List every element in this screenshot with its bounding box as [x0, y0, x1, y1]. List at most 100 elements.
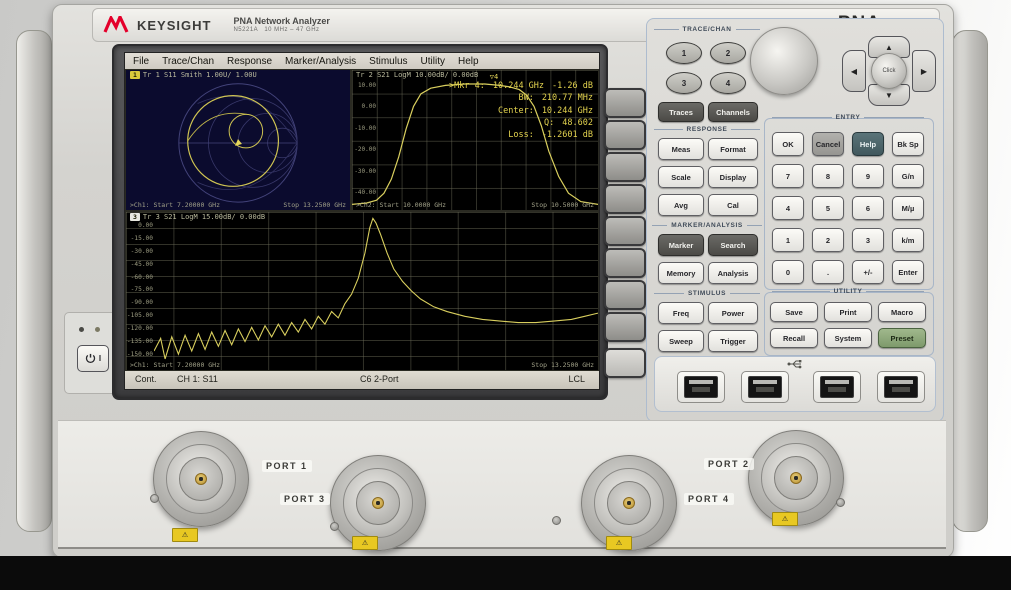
marker-section-label: MARKER/ANALYSIS	[652, 222, 762, 229]
key-decimal[interactable]: .	[812, 260, 844, 284]
avg-button[interactable]: Avg	[658, 194, 704, 216]
save-button[interactable]: Save	[770, 302, 818, 322]
marker-readout: >Mkr 4:10.244 GHz-1.26 dB BW:210.77 MHz …	[423, 80, 593, 142]
nav-cluster: ▲ ▼ ◀ ▶ Click	[838, 22, 938, 118]
screw	[552, 516, 561, 525]
memory-button[interactable]: Memory	[658, 262, 704, 284]
traces-button[interactable]: Traces	[658, 102, 704, 122]
port3-connector[interactable]	[330, 455, 426, 551]
screw	[150, 494, 159, 503]
usb-port-3[interactable]	[813, 371, 861, 403]
trace-2-button[interactable]: 2	[710, 42, 746, 64]
arrow-down-icon: ▼	[885, 91, 893, 100]
menu-trace-chan[interactable]: Trace/Chan	[162, 56, 214, 67]
key-giga-nano[interactable]: G/n	[892, 164, 924, 188]
smith-chart-pane: 1 Tr 1 S11 Smith 1.00U/ 1.00U >Ch1: Star…	[125, 69, 351, 211]
display-button[interactable]: Display	[708, 166, 758, 188]
gain-pane-title: Tr 2 S21 LogM 10.00dB/ 0.00dB	[356, 71, 478, 79]
key-mega-micro[interactable]: M/µ	[892, 196, 924, 220]
preset-button[interactable]: Preset	[878, 328, 926, 348]
key-2[interactable]: 2	[812, 228, 844, 252]
menu-file[interactable]: File	[133, 56, 149, 67]
rotary-knob[interactable]	[750, 27, 818, 95]
usb-port-2[interactable]	[741, 371, 789, 403]
system-button[interactable]: System	[824, 328, 872, 348]
arrow-right-button[interactable]: ▶	[912, 50, 936, 92]
search-button[interactable]: Search	[708, 234, 758, 256]
usb-socket	[884, 376, 918, 398]
warning-sticker: ⚠	[352, 536, 378, 550]
port1-label: PORT 1	[262, 460, 312, 472]
freq-button[interactable]: Freq	[658, 302, 704, 324]
power-stim-button[interactable]: Power	[708, 302, 758, 324]
status-cal: C6 2-Port	[360, 374, 399, 384]
meas-button[interactable]: Meas	[658, 138, 704, 160]
sweep-button[interactable]: Sweep	[658, 330, 704, 352]
cancel-button[interactable]: Cancel	[812, 132, 844, 156]
scale-button[interactable]: Scale	[658, 166, 704, 188]
softkey-button-8[interactable]	[604, 312, 646, 342]
key-8[interactable]: 8	[812, 164, 844, 188]
macro-button[interactable]: Macro	[878, 302, 926, 322]
menu-utility[interactable]: Utility	[421, 56, 445, 67]
softkey-button-2[interactable]	[604, 120, 646, 150]
smith-start-freq: >Ch1: Start 7.20000 GHz	[130, 201, 220, 209]
key-7[interactable]: 7	[772, 164, 804, 188]
key-0[interactable]: 0	[772, 260, 804, 284]
arrow-left-button[interactable]: ◀	[842, 50, 866, 92]
backspace-button[interactable]: Bk Sp	[892, 132, 924, 156]
power-led	[79, 327, 84, 332]
filter-pane-title: Tr 3 S21 LogM 15.00dB/ 0.00dB	[143, 213, 265, 221]
key-3[interactable]: 3	[852, 228, 884, 252]
help-button[interactable]: Help	[852, 132, 884, 156]
gain-pane: ▽4 Tr 2 S21 LogM 10.00dB/ 0.00dB 10.000.…	[351, 69, 599, 211]
port1-connector[interactable]	[153, 431, 249, 527]
softkey-button-6[interactable]	[604, 248, 646, 278]
model-number: N5221A	[233, 27, 257, 33]
key-kilo-milli[interactable]: k/m	[892, 228, 924, 252]
trace-3-button[interactable]: 3	[666, 72, 702, 94]
softkey-button-3[interactable]	[604, 152, 646, 182]
click-button[interactable]: Click	[871, 53, 907, 89]
arrow-left-icon: ◀	[851, 67, 857, 76]
trace-1-button[interactable]: 1	[666, 42, 702, 64]
trigger-button[interactable]: Trigger	[708, 330, 758, 352]
menu-marker-analysis[interactable]: Marker/Analysis	[285, 56, 356, 67]
menu-stimulus[interactable]: Stimulus	[369, 56, 407, 67]
enter-button[interactable]: Enter	[892, 260, 924, 284]
gain-y-axis: 10.000.00 -10.00-20.00 -30.00-40.00	[354, 82, 376, 196]
key-6[interactable]: 6	[852, 196, 884, 220]
channels-button[interactable]: Channels	[708, 102, 758, 122]
status-channel: CH 1: S11	[177, 374, 218, 384]
format-button[interactable]: Format	[708, 138, 758, 160]
marker-button[interactable]: Marker	[658, 234, 704, 256]
screw	[330, 522, 339, 531]
key-4[interactable]: 4	[772, 196, 804, 220]
usb-port-1[interactable]	[677, 371, 725, 403]
trace-4-button[interactable]: 4	[710, 72, 746, 94]
key-5[interactable]: 5	[812, 196, 844, 220]
recall-button[interactable]: Recall	[770, 328, 818, 348]
menu-bar: File Trace/Chan Response Marker/Analysis…	[125, 53, 599, 69]
stimulus-section-label: STIMULUS	[654, 290, 760, 297]
softkey-button-1[interactable]	[604, 88, 646, 118]
usb-port-4[interactable]	[877, 371, 925, 403]
menu-help[interactable]: Help	[458, 56, 479, 67]
power-button[interactable]: I	[77, 345, 109, 372]
cal-button[interactable]: Cal	[708, 194, 758, 216]
softkey-button-4[interactable]	[604, 184, 646, 214]
analysis-button[interactable]: Analysis	[708, 262, 758, 284]
softkey-button-9[interactable]	[604, 348, 646, 378]
softkey-button-7[interactable]	[604, 280, 646, 310]
key-plus-minus[interactable]: +/-	[852, 260, 884, 284]
port2-label: PORT 2	[704, 458, 754, 470]
ok-button[interactable]: OK	[772, 132, 804, 156]
key-1[interactable]: 1	[772, 228, 804, 252]
arrow-up-icon: ▲	[885, 43, 893, 52]
bottom-shadow	[0, 556, 1011, 590]
key-9[interactable]: 9	[852, 164, 884, 188]
warning-sticker: ⚠	[772, 512, 798, 526]
menu-response[interactable]: Response	[227, 56, 272, 67]
softkey-button-5[interactable]	[604, 216, 646, 246]
print-button[interactable]: Print	[824, 302, 872, 322]
